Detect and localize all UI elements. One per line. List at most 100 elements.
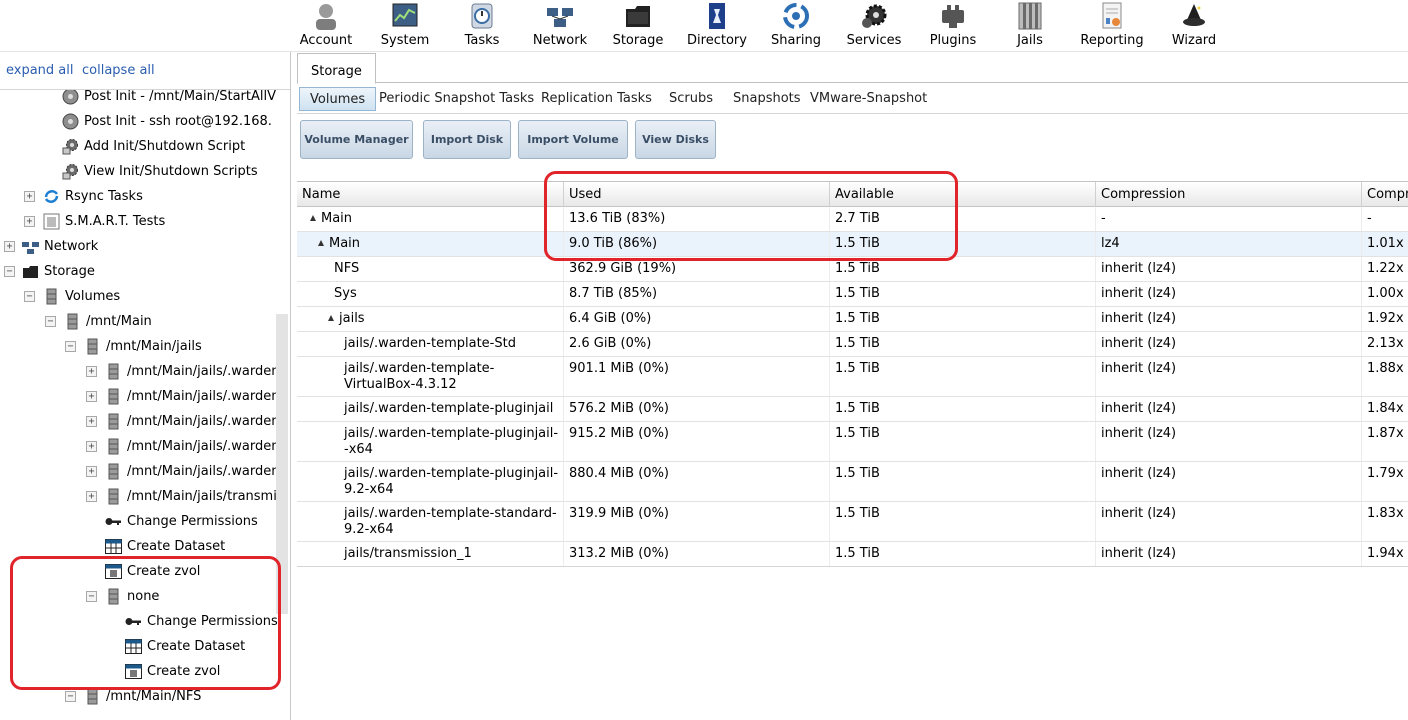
- table-row[interactable]: jails/.warden-template-pluginjail--x64 91…: [297, 422, 1408, 462]
- table-row[interactable]: jails/.warden-template-standard-9.2-x64 3…: [297, 502, 1408, 542]
- tree-item[interactable]: + Rsync Tasks: [24, 184, 143, 209]
- toolbar-wizard-button[interactable]: Wizard: [1170, 0, 1218, 50]
- tree-scrollbar[interactable]: [276, 314, 288, 614]
- tree-item[interactable]: + S.M.A.R.T. Tests: [24, 209, 165, 234]
- expand-triangle-icon[interactable]: [310, 215, 316, 221]
- navigation-tree: Post Init - /mnt/Main/StartAllV Post Init…: [0, 90, 290, 720]
- toolbar-plugins-button[interactable]: Plugins: [926, 0, 980, 50]
- table-row[interactable]: jails/.warden-template-pluginjail-9.2-x6…: [297, 462, 1408, 502]
- tree-item[interactable]: Change Permissions: [105, 509, 258, 534]
- tree-item[interactable]: − /mnt/Main: [45, 309, 152, 334]
- cell-ratio: 1.92x: [1362, 307, 1408, 331]
- tree-item[interactable]: Create Dataset: [105, 534, 225, 559]
- tree-item[interactable]: Post Init - /mnt/Main/StartAllV: [62, 90, 276, 109]
- subtab-periodic-snapshot-tasks[interactable]: Periodic Snapshot Tasks: [379, 87, 534, 111]
- tree-expand-toggle[interactable]: +: [86, 441, 97, 452]
- tree-item[interactable]: − Volumes: [24, 284, 120, 309]
- tree-item[interactable]: Add Init/Shutdown Script: [62, 134, 245, 159]
- tree-item[interactable]: + /mnt/Main/jails/transmi: [86, 484, 277, 509]
- tree-item[interactable]: Create zvol: [105, 559, 200, 584]
- tree-expand-toggle[interactable]: +: [86, 466, 97, 477]
- tab-storage[interactable]: Storage: [297, 53, 376, 84]
- column-header-compression-ratio[interactable]: Compr: [1362, 182, 1408, 207]
- tree-expand-toggle[interactable]: +: [4, 241, 15, 252]
- tree-expand-toggle[interactable]: +: [86, 416, 97, 427]
- volume-icon: [108, 363, 119, 380]
- tree-item[interactable]: Create zvol: [125, 659, 220, 684]
- volume-icon: [67, 313, 78, 330]
- tree-item[interactable]: − /mnt/Main/NFS: [65, 684, 201, 709]
- volume-icon: [108, 388, 119, 405]
- tree-item[interactable]: + /mnt/Main/jails/.warden: [86, 434, 279, 459]
- import-disk-button[interactable]: Import Disk: [423, 120, 511, 159]
- subtab-scrubs[interactable]: Scrubs: [669, 87, 713, 111]
- tree-collapse-toggle[interactable]: −: [65, 691, 76, 702]
- column-header-available[interactable]: Available: [830, 182, 1096, 207]
- tree-item[interactable]: + /mnt/Main/jails/.warden: [86, 459, 279, 484]
- tree-item[interactable]: + Network: [4, 234, 98, 259]
- column-header-name[interactable]: Name: [297, 182, 564, 207]
- tree-item[interactable]: + /mnt/Main/jails/.warden: [86, 359, 279, 384]
- subtab-replication-tasks[interactable]: Replication Tasks: [541, 87, 652, 111]
- dataset-name: Main: [329, 236, 361, 251]
- cell-used: 576.2 MiB (0%): [564, 397, 830, 421]
- toolbar-label: System: [380, 33, 430, 48]
- toolbar-network-button[interactable]: Network: [530, 0, 590, 50]
- toolbar-jails-button[interactable]: Jails: [1010, 0, 1050, 50]
- tree-item[interactable]: Create Dataset: [125, 634, 245, 659]
- volume-manager-button[interactable]: Volume Manager: [300, 120, 413, 159]
- directory-icon: [709, 3, 725, 29]
- tree-item[interactable]: Change Permissions: [125, 609, 278, 634]
- tree-item[interactable]: + /mnt/Main/jails/.warden: [86, 409, 279, 434]
- view-disks-button[interactable]: View Disks: [635, 120, 716, 159]
- toolbar-system-button[interactable]: System: [377, 0, 433, 50]
- toolbar-reporting-button[interactable]: Reporting: [1078, 0, 1146, 50]
- toolbar-account-button[interactable]: Account: [298, 0, 354, 50]
- table-row[interactable]: jails/transmission_1 313.2 MiB (0%) 1.5 Ti…: [297, 542, 1408, 566]
- import-volume-button[interactable]: Import Volume: [518, 120, 628, 159]
- tree-item[interactable]: Post Init - ssh root@192.168.: [62, 109, 272, 134]
- subtab-snapshots[interactable]: Snapshots: [733, 87, 801, 111]
- table-row[interactable]: jails/.warden-template-pluginjail 576.2 M…: [297, 397, 1408, 422]
- tree-expand-toggle[interactable]: +: [86, 491, 97, 502]
- tree-expand-toggle[interactable]: +: [24, 191, 35, 202]
- tree-item-label: Create Dataset: [127, 539, 226, 554]
- expand-triangle-icon[interactable]: [318, 240, 324, 246]
- table-row[interactable]: jails/.warden-template-VirtualBox-4.3.12…: [297, 357, 1408, 397]
- tree-collapse-toggle[interactable]: −: [24, 291, 35, 302]
- table-row[interactable]: Main 13.6 TiB (83%) 2.7 TiB - -: [297, 207, 1408, 232]
- tree-collapse-toggle[interactable]: −: [4, 266, 15, 277]
- subtab-vmware-snapshot[interactable]: VMware-Snapshot: [810, 87, 927, 111]
- tree-expand-toggle[interactable]: +: [24, 216, 35, 227]
- table-row[interactable]: NFS 362.9 GiB (19%) 1.5 TiB inherit (lz4) 1.…: [297, 257, 1408, 282]
- volume-icon: [108, 438, 119, 455]
- tree-collapse-toggle[interactable]: −: [86, 591, 97, 602]
- tree-item[interactable]: + /mnt/Main/jails/.warden: [86, 384, 279, 409]
- tree-collapse-toggle[interactable]: −: [45, 316, 56, 327]
- expand-all-link[interactable]: expand all: [6, 63, 74, 78]
- cell-name: jails/.warden-template-VirtualBox-4.3.12: [297, 357, 564, 396]
- tree-item[interactable]: − none: [86, 584, 159, 609]
- tree-expand-toggle[interactable]: +: [86, 366, 97, 377]
- column-header-compression[interactable]: Compression: [1096, 182, 1362, 207]
- toolbar-sharing-button[interactable]: Sharing: [770, 0, 822, 50]
- table-row[interactable]: jails/.warden-template-Std 2.6 GiB (0%) 1.…: [297, 332, 1408, 357]
- toolbar-storage-button[interactable]: Storage: [610, 0, 666, 50]
- column-header-used[interactable]: Used: [564, 182, 830, 207]
- tree-item-label: S.M.A.R.T. Tests: [65, 214, 166, 229]
- dataset-name: jails/.warden-template-Std: [344, 336, 516, 351]
- toolbar-directory-button[interactable]: Directory: [686, 0, 748, 50]
- toolbar-services-button[interactable]: Services: [845, 0, 903, 50]
- toolbar-tasks-button[interactable]: Tasks: [455, 0, 509, 50]
- table-row[interactable]: jails 6.4 GiB (0%) 1.5 TiB inherit (lz4) 1.9…: [297, 307, 1408, 332]
- table-row[interactable]: Sys 8.7 TiB (85%) 1.5 TiB inherit (lz4) 1.00…: [297, 282, 1408, 307]
- table-row[interactable]: Main 9.0 TiB (86%) 1.5 TiB lz4 1.01x: [297, 232, 1408, 257]
- tree-item[interactable]: − /mnt/Main/jails: [65, 334, 202, 359]
- expand-triangle-icon[interactable]: [328, 315, 334, 321]
- collapse-all-link[interactable]: collapse all: [82, 63, 155, 78]
- tree-collapse-toggle[interactable]: −: [65, 341, 76, 352]
- tree-item[interactable]: − Storage: [4, 259, 95, 284]
- subtab-volumes[interactable]: Volumes: [299, 87, 377, 111]
- tree-item[interactable]: View Init/Shutdown Scripts: [62, 159, 258, 184]
- tree-expand-toggle[interactable]: +: [86, 391, 97, 402]
